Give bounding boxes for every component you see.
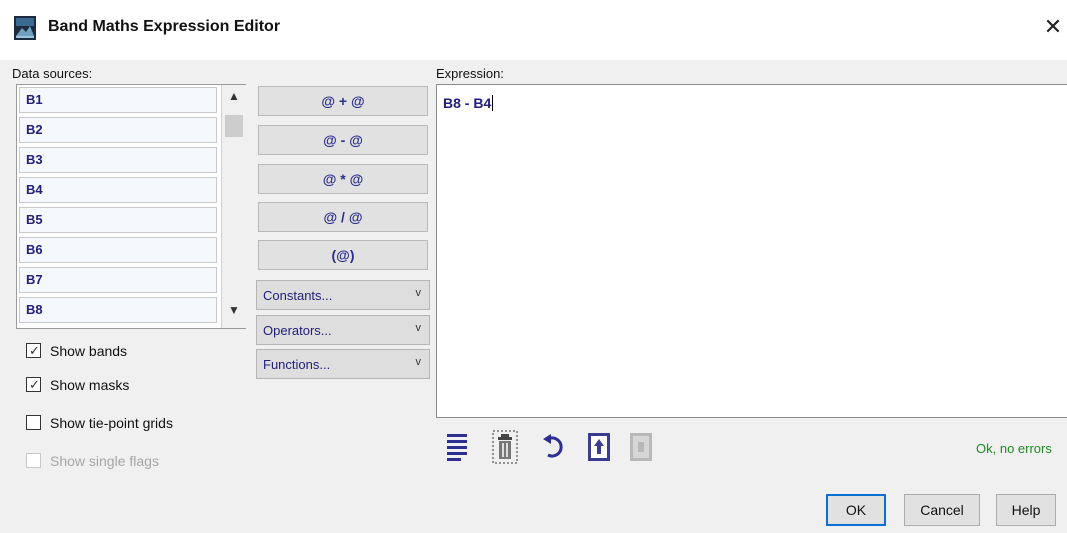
dropdown-label: Constants... <box>263 288 333 303</box>
scroll-down-icon[interactable]: ▼ <box>222 303 246 323</box>
app-icon <box>14 16 36 40</box>
cancel-button[interactable]: Cancel <box>904 494 980 526</box>
scroll-thumb[interactable] <box>225 115 243 137</box>
checkbox-box[interactable] <box>26 415 41 430</box>
add-operator-button[interactable]: @ + @ <box>258 86 428 116</box>
text-caret <box>492 95 494 111</box>
checkbox-box <box>26 453 41 468</box>
window-title: Band Maths Expression Editor <box>48 18 281 35</box>
save-expression-icon[interactable] <box>628 430 654 464</box>
list-item[interactable]: B3 <box>19 147 217 173</box>
constants-dropdown[interactable]: Constants... v <box>256 280 430 310</box>
clear-delete-icon[interactable] <box>492 430 518 464</box>
dropdown-label: Functions... <box>263 357 331 372</box>
chevron-down-icon: v <box>415 322 422 334</box>
list-item[interactable]: B2 <box>19 117 217 143</box>
checkmark-icon: ✓ <box>29 343 40 358</box>
chevron-down-icon: v <box>415 287 422 299</box>
help-button[interactable]: Help <box>996 494 1056 526</box>
list-scrollbar[interactable]: ▲ ▼ <box>221 85 246 328</box>
list-item[interactable]: B1 <box>19 87 217 113</box>
list-item[interactable]: B8 <box>19 297 217 323</box>
list-item[interactable]: B4 <box>19 177 217 203</box>
show-bands-checkbox[interactable]: ✓ Show bands <box>26 343 226 361</box>
expression-text: B8 - B4 <box>443 95 494 111</box>
list-item[interactable]: B6 <box>19 237 217 263</box>
show-masks-checkbox[interactable]: ✓ Show masks <box>26 377 226 395</box>
status-text: Ok, no errors <box>976 441 1052 456</box>
close-button[interactable]: ✕ <box>1042 14 1064 40</box>
title-bar: Band Maths Expression Editor ✕ <box>0 0 1067 60</box>
data-sources-list[interactable]: B1 B2 B3 B4 B5 B6 B7 B8 ▲ ▼ <box>16 84 246 329</box>
checkbox-label: Show masks <box>50 377 130 393</box>
checkbox-box[interactable]: ✓ <box>26 377 41 392</box>
edit-expression-icon[interactable] <box>444 430 470 464</box>
parentheses-button[interactable]: (@) <box>258 240 428 270</box>
load-expression-icon[interactable] <box>586 430 612 464</box>
divide-operator-button[interactable]: @ / @ <box>258 202 428 232</box>
expression-input[interactable]: B8 - B4 <box>436 84 1067 418</box>
checkbox-label: Show single flags <box>50 453 159 469</box>
checkmark-icon: ✓ <box>29 377 40 392</box>
show-tie-point-grids-checkbox[interactable]: Show tie-point grids <box>26 415 226 433</box>
operators-dropdown[interactable]: Operators... v <box>256 315 430 345</box>
list-item[interactable]: B5 <box>19 207 217 233</box>
scroll-up-icon[interactable]: ▲ <box>222 89 246 107</box>
data-sources-label: Data sources: <box>12 66 93 81</box>
list-item[interactable]: B7 <box>19 267 217 293</box>
functions-dropdown[interactable]: Functions... v <box>256 349 430 379</box>
expression-value: B8 - B4 <box>443 95 492 111</box>
expression-label: Expression: <box>436 66 504 81</box>
show-single-flags-checkbox: Show single flags <box>26 453 226 471</box>
subtract-operator-button[interactable]: @ - @ <box>258 125 428 155</box>
checkbox-label: Show tie-point grids <box>50 415 173 431</box>
chevron-down-icon: v <box>415 356 422 368</box>
undo-icon[interactable] <box>540 430 566 464</box>
dropdown-label: Operators... <box>263 323 332 338</box>
multiply-operator-button[interactable]: @ * @ <box>258 164 428 194</box>
ok-button[interactable]: OK <box>826 494 886 526</box>
checkbox-box[interactable]: ✓ <box>26 343 41 358</box>
checkbox-label: Show bands <box>50 343 128 359</box>
